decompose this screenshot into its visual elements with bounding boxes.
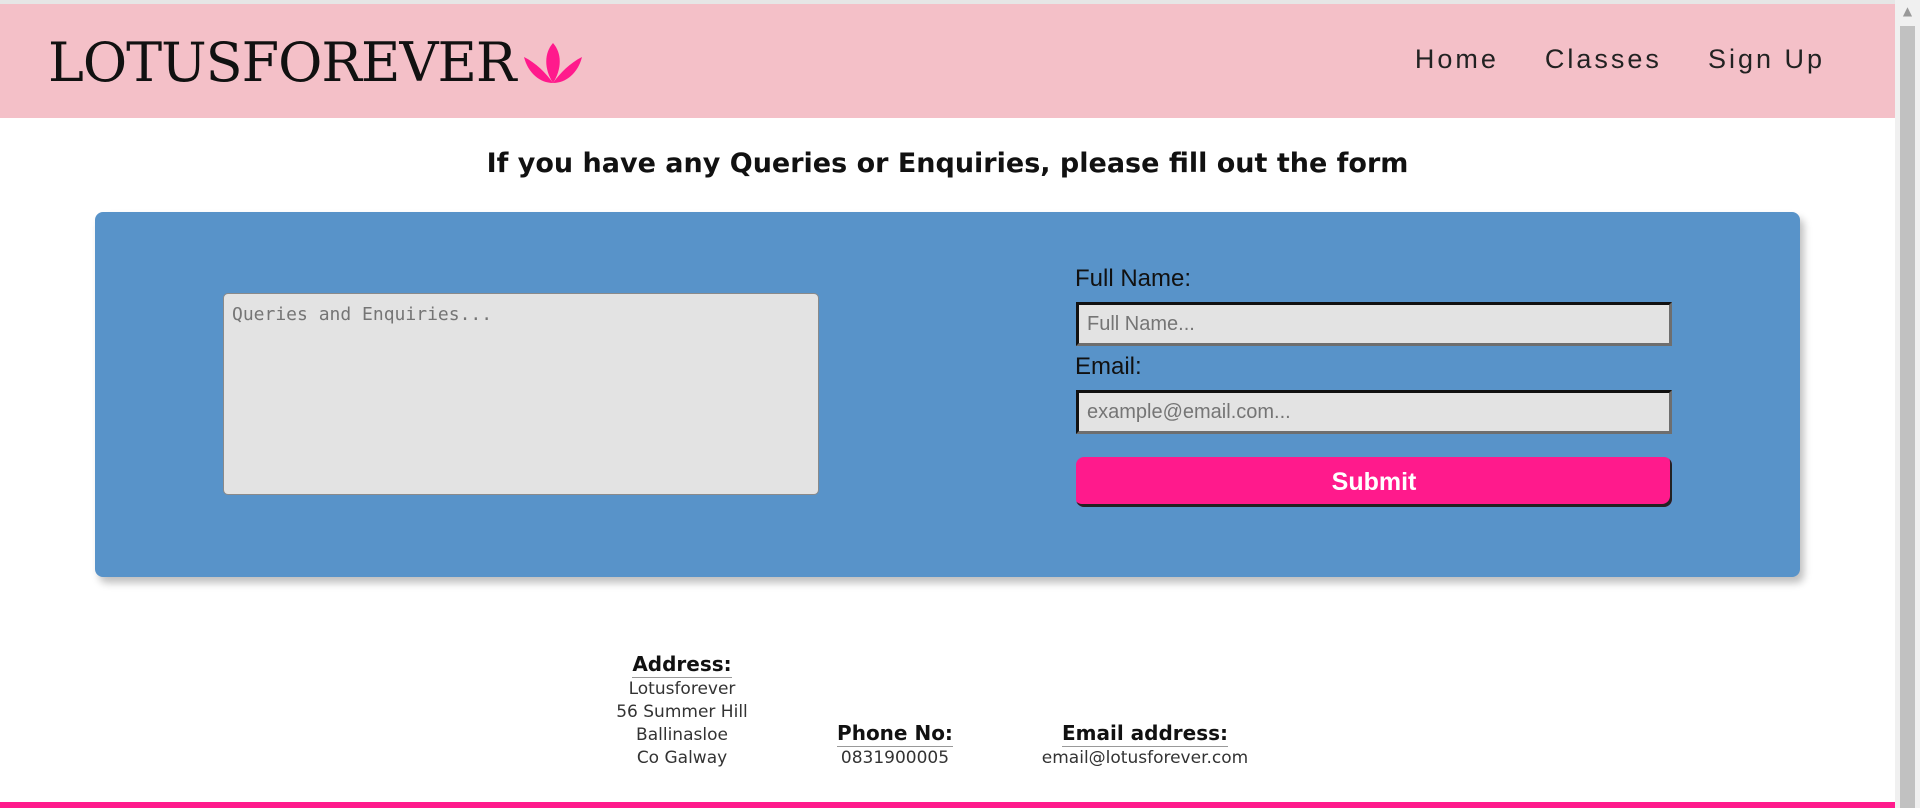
- main-nav: Home Classes Sign Up: [1415, 44, 1825, 75]
- email-block: Email address: email@lotusforever.com: [1040, 721, 1250, 770]
- full-name-input[interactable]: [1076, 302, 1672, 346]
- logo[interactable]: LOTUSFOREVER: [48, 28, 584, 98]
- phone-block: Phone No: 0831900005: [830, 721, 960, 770]
- address-line: Lotusforever: [628, 679, 736, 699]
- email-title: Email address:: [1061, 721, 1229, 747]
- page-scrollbar[interactable]: ▲: [1895, 0, 1920, 808]
- address-line: 56 Summer Hill: [616, 702, 748, 722]
- address-line: Co Galway: [636, 748, 728, 768]
- address-block: Address: Lotusforever 56 Summer Hill Bal…: [612, 652, 752, 770]
- chevron-up-icon[interactable]: ▲: [1895, 0, 1920, 22]
- email-label: Email:: [1075, 353, 1142, 380]
- logo-text: LOTUSFOREVER: [48, 31, 517, 94]
- lotus-icon: [523, 43, 582, 83]
- email-address: email@lotusforever.com: [1041, 748, 1249, 768]
- full-name-label: Full Name:: [1075, 265, 1192, 292]
- nav-classes[interactable]: Classes: [1545, 44, 1662, 75]
- page-title: If you have any Queries or Enquiries, pl…: [486, 148, 1409, 179]
- nav-home[interactable]: Home: [1415, 44, 1499, 75]
- submit-button[interactable]: Submit: [1076, 457, 1672, 507]
- enquiry-form: Full Name: Email: Submit: [95, 212, 1800, 577]
- phone-title: Phone No:: [837, 721, 953, 747]
- footer-bar: [0, 802, 1895, 808]
- phone-number: 0831900005: [840, 748, 950, 768]
- email-input[interactable]: [1076, 390, 1672, 434]
- address-title: Address:: [632, 652, 732, 678]
- queries-textarea[interactable]: [223, 293, 819, 495]
- nav-sign-up[interactable]: Sign Up: [1708, 44, 1825, 75]
- site-header: LOTUSFOREVER Home Classes Sign Up: [0, 0, 1895, 118]
- address-line: Ballinasloe: [636, 725, 728, 745]
- scroll-thumb[interactable]: [1900, 26, 1915, 808]
